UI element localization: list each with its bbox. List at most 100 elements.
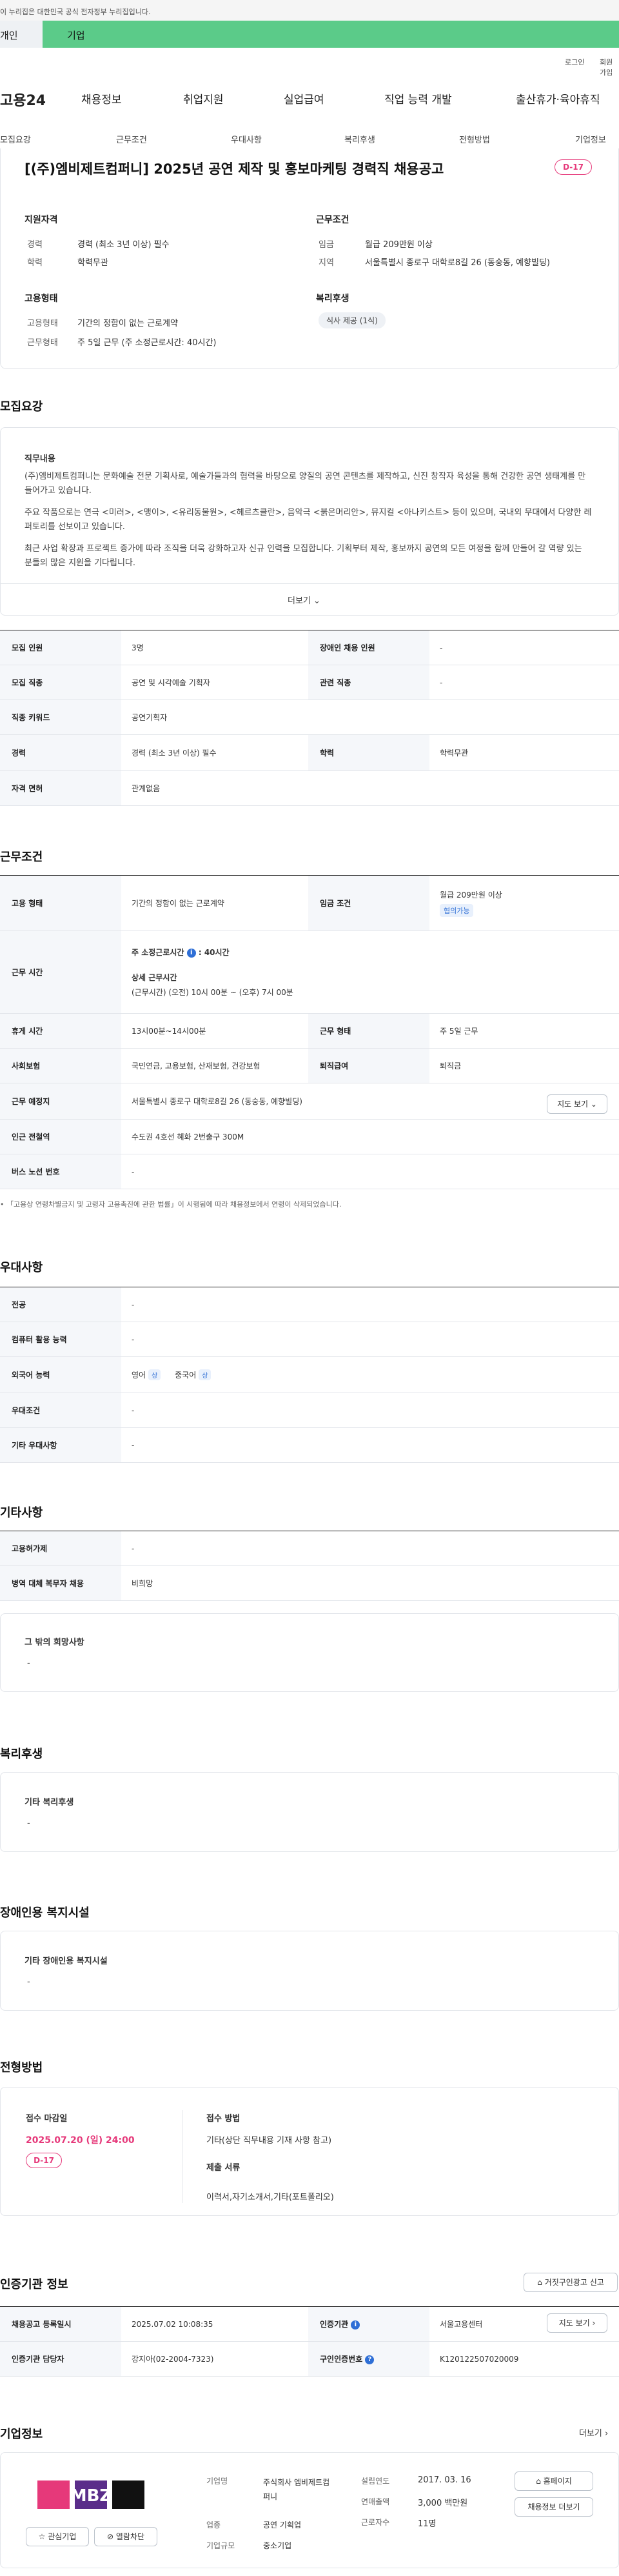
company-size-value: 중소기업 — [263, 2541, 292, 2550]
table-header: 사회보험 — [0, 1048, 121, 1083]
table-header: 학력 — [308, 734, 429, 771]
work-conditions-heading: 근무조건 — [0, 850, 43, 864]
cond-wage-value: 월급 209만원 이상 — [365, 240, 433, 250]
map-view-button[interactable]: 지도 보기 ⌄ — [547, 1094, 607, 1114]
home-icon: ⌂ — [536, 2477, 541, 2486]
work-form-label: 근무형태 — [27, 338, 58, 348]
home-icon: ⌂ — [537, 2278, 542, 2287]
tab-business[interactable]: 기업 — [43, 21, 619, 48]
chevron-right-icon: › — [592, 2319, 596, 2328]
table-header: 퇴직급여 — [308, 1048, 429, 1083]
table-header: 직종 키워드 — [0, 699, 121, 735]
company-jobs-button[interactable]: 채용정보 더보기 — [515, 2497, 593, 2517]
table-cell: - — [121, 1427, 619, 1463]
qual-edu-value: 학력무관 — [77, 258, 108, 268]
table-cell: 공연기획자 — [121, 699, 619, 735]
table-row: 외국어 능력 영어 상 중국어 상 — [0, 1356, 619, 1393]
subnav-conditions[interactable]: 근무조건 — [116, 133, 147, 145]
report-fake-ad-button[interactable]: ⌂ 거짓구인광고 신고 — [524, 2273, 618, 2292]
qualification-heading: 지원자격 — [25, 215, 58, 225]
table-cell: - — [121, 1322, 619, 1357]
table-row: 근무 시간 주 소정근로시간 i : 40시간 상세 근무시간 (근무시간) (… — [0, 931, 619, 1014]
cond-wage-label: 임금 — [319, 240, 334, 250]
table-header: 전공 — [0, 1287, 121, 1322]
table-header: 컴퓨터 활용 능력 — [0, 1322, 121, 1357]
favorite-company-button[interactable]: ☆ 관심기업 — [26, 2527, 89, 2546]
method-label: 접수 방법 — [206, 2114, 241, 2124]
table-header: 버스 노선 번호 — [0, 1154, 121, 1189]
table-cell: 2025.07.02 10:08:35 — [121, 2306, 308, 2342]
disabled-sub-heading: 기타 장애인용 복지시설 — [25, 1957, 108, 1966]
table-header: 기타 우대사항 — [0, 1427, 121, 1463]
subnav-welfare[interactable]: 복리후생 — [344, 133, 375, 145]
nav-unemployment[interactable]: 실업급여 — [284, 90, 324, 106]
duty-more-button[interactable]: 더보기 ⌄ — [288, 594, 320, 606]
site-logo[interactable]: 고용24 — [0, 89, 46, 110]
table-row: 컴퓨터 활용 능력 - — [0, 1322, 619, 1357]
table-row: 우대조건 - — [0, 1393, 619, 1428]
info-icon[interactable]: i — [186, 948, 196, 958]
subnav-screening[interactable]: 전형방법 — [459, 133, 490, 145]
deadline-value: 2025.07.20 (일) 24:00 — [26, 2135, 135, 2146]
table-header: 우대조건 — [0, 1393, 121, 1428]
subnav-prefer[interactable]: 우대사항 — [231, 133, 262, 145]
lang-chinese: 중국어 — [175, 1371, 197, 1380]
table-cell: 주 5일 근무 — [429, 1013, 619, 1049]
etc-table: 고용허가제 - 병역 대체 복무자 채용 비희망 — [0, 1531, 619, 1601]
cond-region-value: 서울특별시 종로구 대학로8길 26 (동숭동, 예향빌딩) — [365, 258, 550, 268]
work-table: 고용 형태 기간의 정함이 없는 근로계약 임금 조건 월급 209만원 이상 … — [0, 875, 619, 1189]
nav-leave[interactable]: 출산휴가·육아휴직 — [516, 90, 600, 106]
screening-heading: 전형방법 — [0, 2061, 43, 2075]
signup-link[interactable]: 회원가입 — [600, 57, 619, 77]
detail-hours-value: (근무시간) (오전) 10시 00분 ~ (오후) 7시 00분 — [132, 988, 293, 997]
table-cell: 비희망 — [121, 1565, 619, 1601]
company-more-link[interactable]: 더보기 › — [579, 2426, 608, 2439]
info-icon[interactable]: ? — [365, 2355, 375, 2364]
prefer-heading: 우대사항 — [0, 1261, 43, 1274]
employees-label: 근로자수 — [361, 2518, 390, 2527]
cert-map-button[interactable]: 지도 보기 › — [547, 2313, 607, 2333]
tab-personal[interactable]: 개인 — [0, 21, 43, 48]
weekly-hours: 주 소정근로시간 i : 40시간 — [132, 947, 619, 958]
table-cell: 13시00분~14시00분 — [121, 1013, 308, 1049]
table-header: 인증기관 i — [308, 2306, 429, 2342]
company-size-label: 기업규모 — [206, 2541, 235, 2550]
table-row: 전공 - — [0, 1287, 619, 1322]
nav-jobs[interactable]: 채용정보 — [81, 90, 122, 106]
disabled-card — [0, 1931, 619, 2011]
info-icon[interactable]: i — [351, 2320, 360, 2329]
welfare-sub-heading: 기타 복리후생 — [25, 1798, 74, 1807]
location-cell: 서울특별시 종로구 대학로8길 26 (동숭동, 예향빌딩) — [121, 1083, 619, 1120]
table-header: 외국어 능력 — [0, 1356, 121, 1393]
subnav-company[interactable]: 기업정보 — [575, 133, 606, 145]
map-view-label: 지도 보기 — [557, 1100, 589, 1109]
conditions-heading: 근무조건 — [316, 215, 349, 225]
table-cell: - — [121, 1287, 619, 1322]
nav-employment-support[interactable]: 취업지원 — [183, 90, 224, 106]
company-type-label: 업종 — [206, 2521, 221, 2530]
table-row: 휴게 시간 13시00분~14시00분 근무 형태 주 5일 근무 — [0, 1013, 619, 1049]
table-row: 모집 직종 공연 및 시각예술 기획자 관련 직종 - — [0, 665, 619, 700]
employees-value: 11명 — [418, 2519, 437, 2529]
sales-label: 연매출액 — [361, 2497, 390, 2506]
disabled-value: - — [27, 1977, 30, 1987]
tab-personal-label: 개인 — [0, 30, 18, 41]
table-row: 인증기관 담당자 강지아(02-2004-7323) 구인인증번호 ? K120… — [0, 2341, 619, 2377]
dday-badge: D-17 — [555, 159, 592, 175]
subnav-recruit[interactable]: 모집요강 — [0, 133, 31, 145]
company-heading: 기업정보 — [0, 2428, 43, 2441]
lang-level-tag: 상 — [199, 1369, 211, 1380]
table-cell: 퇴직금 — [429, 1048, 619, 1083]
other-wishes-heading: 그 밖의 희망사항 — [25, 1638, 84, 1647]
duty-paragraph-2: 주요 작품으로는 연극 <미러>, <맹이>, <유리동물원>, <헤르츠클란>… — [25, 508, 592, 532]
homepage-button[interactable]: ⌂ 홈페이지 — [515, 2471, 593, 2491]
nav-skills[interactable]: 직업 능력 개발 — [384, 90, 452, 106]
qual-edu-label: 학력 — [27, 258, 43, 268]
welfare-heading: 복리후생 — [0, 1747, 43, 1761]
company-logo-text: MBZ — [70, 2486, 112, 2506]
login-link[interactable]: 로그인 — [565, 57, 584, 67]
sales-value: 3,000 백만원 — [418, 2499, 468, 2508]
table-row: 근무 예정지 서울특별시 종로구 대학로8길 26 (동숭동, 예향빌딩) — [0, 1083, 619, 1120]
block-view-button[interactable]: ⊘ 열람차단 — [94, 2527, 157, 2546]
gov-banner: 이 누리집은 대한민국 공식 전자정부 누리집입니다. — [0, 0, 619, 21]
